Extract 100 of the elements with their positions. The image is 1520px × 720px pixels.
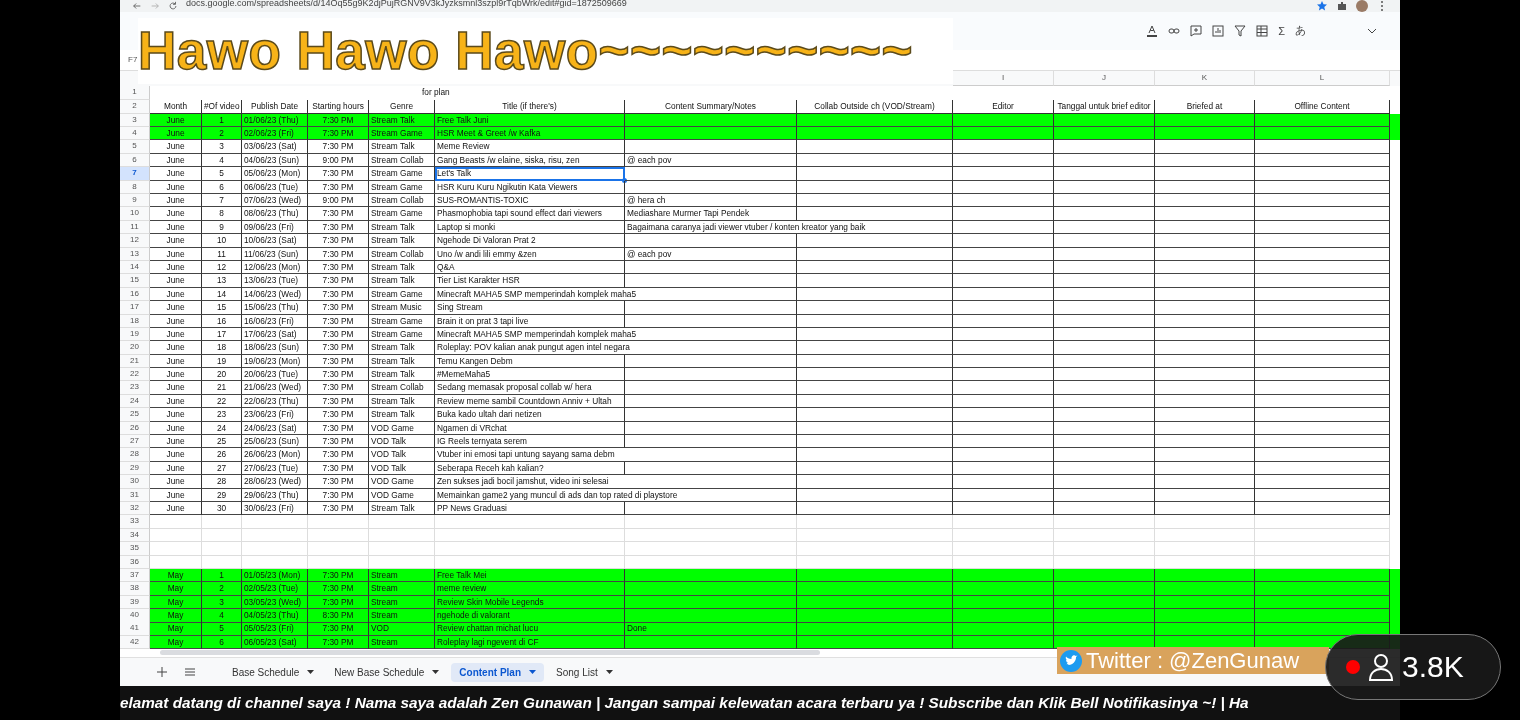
table-cell[interactable]: 10/06/23 (Sat) (242, 234, 308, 248)
table-cell[interactable]: Let's Talk (435, 167, 625, 181)
table-cell[interactable]: 11/06/23 (Sun) (242, 247, 308, 261)
row-number[interactable]: 23 (120, 381, 150, 395)
table-cell[interactable]: Stream Collab (369, 381, 435, 395)
table-cell[interactable]: Sing Stream (435, 301, 625, 315)
table-cell[interactable]: 5 (202, 167, 242, 181)
table-cell[interactable]: 26 (202, 448, 242, 462)
table-cell[interactable]: for plan (422, 86, 450, 97)
table-cell[interactable]: 7:30 PM (308, 341, 369, 355)
puzzle-icon[interactable] (1336, 0, 1348, 12)
table-cell[interactable]: meme review (435, 582, 625, 596)
column-header[interactable]: Collab Outside ch (VOD/Stream) (797, 99, 953, 114)
table-cell[interactable]: 8 (202, 207, 242, 221)
table-cell[interactable]: 7:30 PM (308, 475, 369, 489)
table-cell[interactable]: VOD Game (369, 475, 435, 489)
row-number[interactable]: 25 (120, 408, 150, 422)
table-cell[interactable]: Tier List Karakter HSR (435, 274, 625, 288)
table-cell[interactable]: June (150, 140, 202, 154)
sheet-tab[interactable]: Content Plan (451, 662, 544, 682)
row-number[interactable]: 15 (120, 274, 150, 288)
table-cell[interactable]: 18/06/23 (Sun) (242, 341, 308, 355)
filter-icon[interactable] (1234, 24, 1247, 37)
table-cell[interactable]: 16 (202, 314, 242, 328)
table-cell[interactable]: June (150, 475, 202, 489)
table-cell[interactable]: Uno /w andi lili emmy &zen (435, 247, 625, 261)
table-cell[interactable]: June (150, 314, 202, 328)
plus-icon[interactable] (156, 666, 168, 679)
table-cell[interactable]: 16/06/23 (Fri) (242, 314, 308, 328)
table-cell[interactable]: 3 (202, 140, 242, 154)
row-number[interactable]: 41 (120, 622, 150, 636)
table-cell[interactable]: June (150, 488, 202, 502)
table-cell[interactable]: 7:30 PM (308, 207, 369, 221)
table-cell[interactable]: 04/05/23 (Thu) (242, 609, 308, 623)
row-number[interactable]: 4 (120, 127, 150, 141)
caret-icon[interactable] (605, 670, 613, 675)
caret-icon[interactable] (432, 670, 440, 675)
table-cell[interactable]: 7:30 PM (308, 234, 369, 248)
column-header[interactable]: Offline Content (1255, 99, 1390, 114)
name-box[interactable]: F7 (128, 55, 138, 65)
table-cell[interactable]: 02/05/23 (Tue) (242, 582, 308, 596)
row-number[interactable]: 10 (120, 207, 150, 221)
column-header[interactable]: Title (if there's) (435, 99, 625, 114)
row-number[interactable]: 35 (120, 542, 150, 556)
table-cell[interactable]: Ngehode Di Valoran Prat 2 (435, 234, 625, 248)
table-cell[interactable]: 15 (202, 301, 242, 315)
table-cell[interactable]: 29/06/23 (Thu) (242, 488, 308, 502)
table-cell[interactable]: 7:30 PM (308, 140, 369, 154)
table-cell[interactable]: 28 (202, 475, 242, 489)
table-cell[interactable]: 7:30 PM (308, 488, 369, 502)
table-cell[interactable]: VOD (369, 622, 435, 636)
table-cell[interactable]: Stream Talk (369, 274, 435, 288)
table-cell[interactable]: 05/05/23 (Fri) (242, 622, 308, 636)
table-cell[interactable]: Done (625, 622, 797, 636)
table-cell[interactable]: Stream Talk (369, 234, 435, 248)
table-cell[interactable]: 7:30 PM (308, 408, 369, 422)
column-header[interactable]: Month (150, 99, 202, 114)
table-cell[interactable]: Brain it on prat 3 tapi live (435, 314, 625, 328)
row-number[interactable]: 27 (120, 435, 150, 449)
table-cell[interactable]: VOD Game (369, 488, 435, 502)
table-cell[interactable]: Meme Review (435, 140, 625, 154)
table-cell[interactable]: 7:30 PM (308, 582, 369, 596)
table-cell[interactable]: 03/06/23 (Sat) (242, 140, 308, 154)
table-cell[interactable]: Stream Collab (369, 247, 435, 261)
horizontal-scrollbar[interactable] (160, 650, 820, 656)
table-cell[interactable]: Mediashare Murmer Tapi Pendek (625, 207, 797, 221)
table-cell[interactable]: Stream (369, 609, 435, 623)
row-number[interactable]: 40 (120, 609, 150, 623)
column-header[interactable]: Editor (953, 99, 1054, 114)
table-cell[interactable]: May (150, 582, 202, 596)
table-cell[interactable]: Stream Talk (369, 341, 435, 355)
column-header[interactable]: Tanggal untuk brief editor (1054, 99, 1155, 114)
table-cell[interactable]: 28/06/23 (Wed) (242, 475, 308, 489)
table-cell[interactable]: 8:30 PM (308, 609, 369, 623)
table-cell[interactable]: 18 (202, 341, 242, 355)
star-icon[interactable] (1316, 0, 1328, 12)
table-cell[interactable]: Stream Game (369, 207, 435, 221)
text-color-icon[interactable] (1146, 24, 1159, 37)
menu-icon[interactable] (184, 666, 196, 679)
table-cell[interactable]: ngehode di valorant (435, 609, 625, 623)
column-header[interactable]: Publish Date (242, 99, 308, 114)
row-number[interactable]: 28 (120, 448, 150, 462)
table-cell[interactable]: June (150, 234, 202, 248)
table-cell[interactable]: Gang Beasts /w elaine, siska, risu, zen (435, 153, 625, 168)
table-cell[interactable]: 7:30 PM (308, 167, 369, 181)
table-cell[interactable]: Stream (369, 582, 435, 596)
back-icon[interactable] (132, 0, 142, 12)
table-cell[interactable]: Roleplay: POV kalian anak pungut agen intel negara (435, 341, 797, 355)
table-cell[interactable]: VOD Talk (369, 448, 435, 462)
table-cell[interactable]: 10 (202, 234, 242, 248)
table-cell[interactable]: May (150, 622, 202, 636)
sheet-tab[interactable]: Song List (548, 662, 621, 682)
table-cell[interactable]: 7:30 PM (308, 247, 369, 261)
table-cell[interactable]: Stream Talk (369, 408, 435, 422)
sheet-tab[interactable]: New Base Schedule (326, 662, 448, 682)
table-cell[interactable]: June (150, 448, 202, 462)
input-tools-button[interactable]: あ (1295, 23, 1306, 39)
table-cell[interactable]: June (150, 381, 202, 395)
table-cell[interactable]: June (150, 167, 202, 181)
table-cell[interactable]: June (150, 301, 202, 315)
